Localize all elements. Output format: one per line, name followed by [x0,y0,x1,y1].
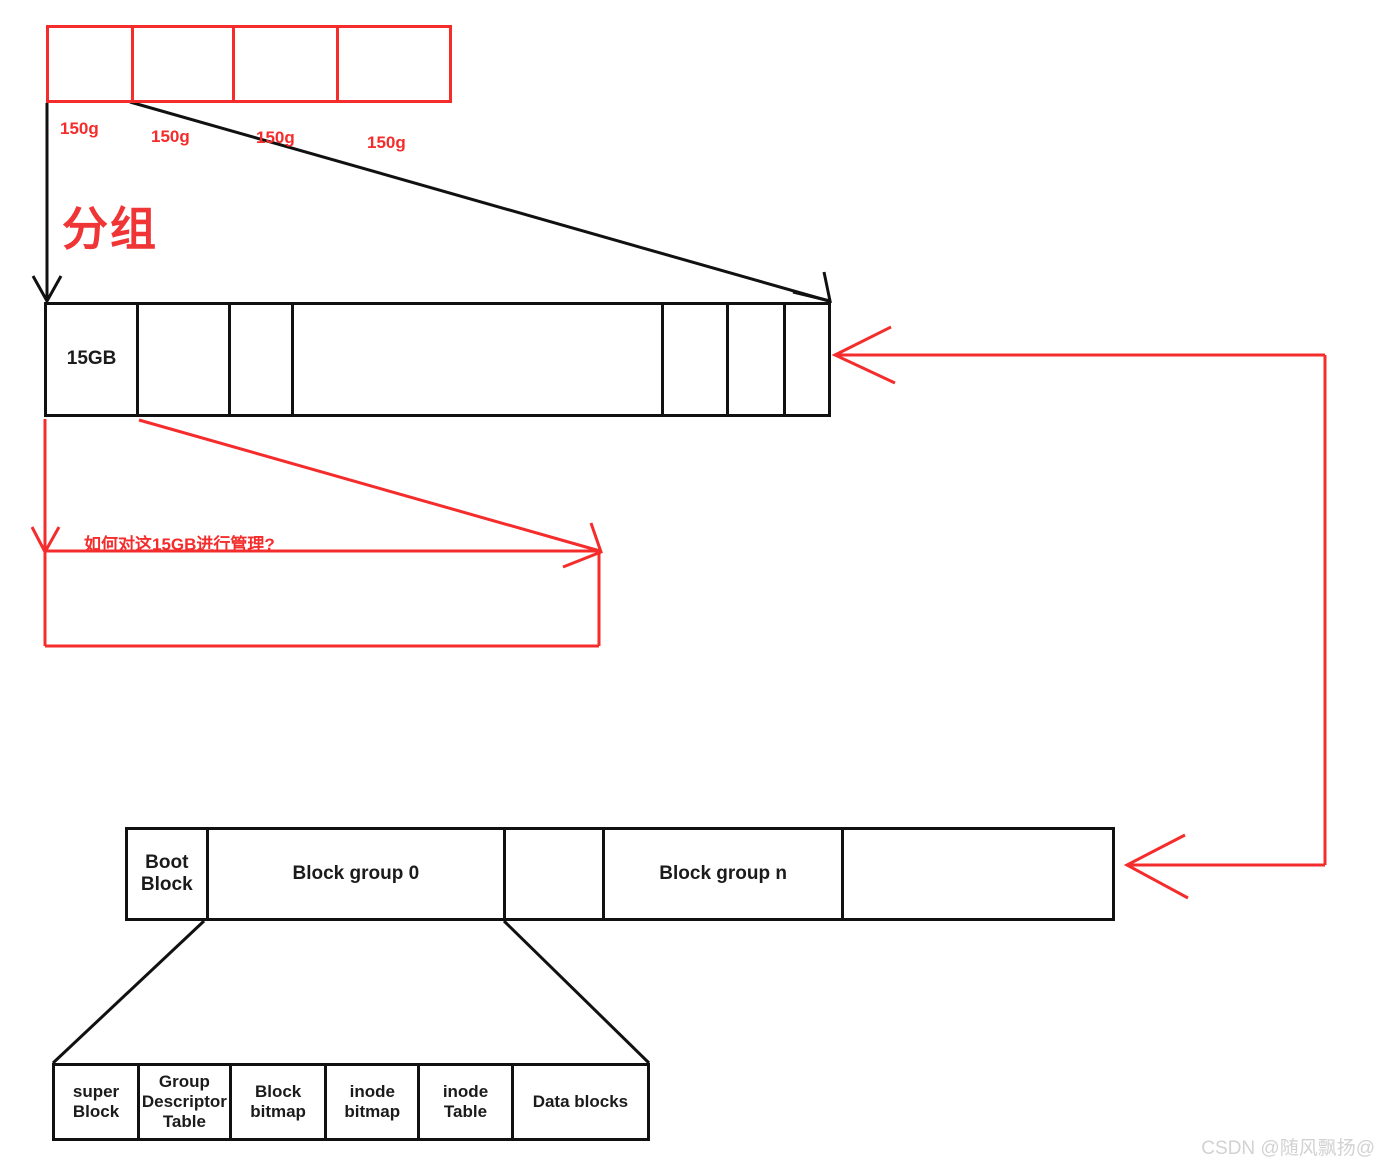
block-group-detail-bar: super Block Group Descriptor Table Block… [52,1063,650,1141]
red-flow-connector [831,325,1327,900]
black-down-arrow [31,103,63,305]
csdn-watermark: CSDN @随风飘扬@ [1201,1138,1375,1159]
detail-cell-group-descriptor[interactable]: Group Descriptor Table [137,1066,229,1138]
disk-cell-4[interactable] [660,305,726,414]
size-label-2: 150g [256,128,295,147]
connector-layer [30,100,1327,1065]
fifteen-gb-disk-bar: 15GB [44,302,831,417]
detail-cell-super-block[interactable]: super Block [55,1066,137,1138]
disk-cell-1[interactable] [136,305,228,414]
block-group-cell-tail[interactable] [840,830,1112,918]
block-group-cell-gap[interactable] [503,830,602,918]
block-group-cell-boot[interactable]: Boot Block [128,830,206,918]
partition-cell-2[interactable] [231,28,336,100]
partition-cell-0[interactable] [49,28,131,100]
size-label-3: 150g [367,133,406,152]
disk-cell-0[interactable]: 15GB [47,305,136,414]
disk-cell-3[interactable] [291,305,660,414]
detail-cell-block-bitmap[interactable]: Block bitmap [228,1066,325,1138]
grouping-label: 分组 [62,203,158,255]
detail-cell-data-blocks[interactable]: Data blocks [510,1066,647,1138]
expansion-lines [51,919,651,1065]
disk-cell-5[interactable] [726,305,783,414]
partition-cell-3[interactable] [335,28,449,100]
block-group-cell-n[interactable]: Block group n [602,830,841,918]
detail-cell-inode-table[interactable]: inode Table [417,1066,511,1138]
diagram-canvas: 150g 150g 150g 150g 分组 15GB 如何对这15GB进行管理… [0,0,1389,1174]
size-label-0: 150g [60,119,99,138]
disk-cell-2[interactable] [228,305,291,414]
partition-cell-1[interactable] [131,28,232,100]
disk-cell-6[interactable] [783,305,828,414]
block-group-cell-0[interactable]: Block group 0 [205,830,504,918]
size-label-1: 150g [151,127,190,146]
detail-cell-inode-bitmap[interactable]: inode bitmap [324,1066,417,1138]
black-diagonal-arrow [129,100,832,304]
disk-partition-strip [46,25,452,103]
block-group-bar: Boot Block Block group 0 Block group n [125,827,1115,921]
management-question-label: 如何对这15GB进行管理? [84,535,275,554]
